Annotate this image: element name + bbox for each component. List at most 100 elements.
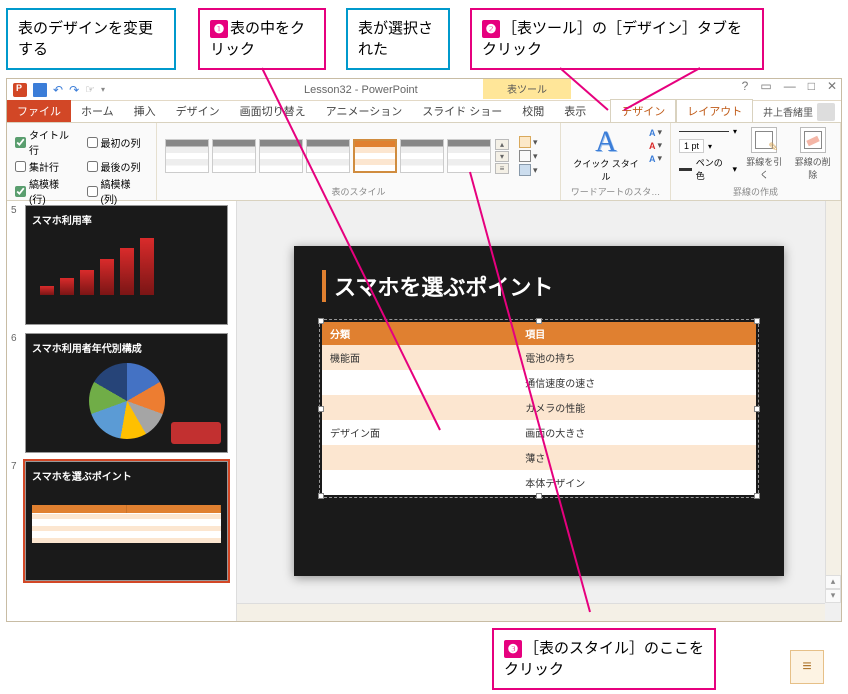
slide-thumb-6[interactable]: 6 スマホ利用者年代別構成 (11, 333, 228, 453)
table-row[interactable]: 機能面電池の持ち (322, 345, 756, 370)
tab-view[interactable]: 表示 (554, 100, 596, 122)
qat-dropdown-icon[interactable]: ▾ (101, 85, 105, 94)
table-header[interactable]: 項目 (517, 322, 756, 345)
gallery-down-icon[interactable]: ▾ (495, 151, 509, 162)
check-first-col[interactable]: 最初の列 (87, 127, 149, 157)
style-thumb-selected[interactable] (353, 139, 397, 173)
slide-table[interactable]: 分類 項目 機能面電池の持ち 通信速度の速さ カメラの性能 デザイン面画面の大き… (322, 322, 756, 495)
close-icon[interactable]: ✕ (827, 79, 837, 93)
undo-icon[interactable]: ↶ (53, 83, 63, 97)
style-thumb[interactable] (306, 139, 350, 173)
horizontal-scrollbar[interactable] (237, 603, 825, 621)
tab-animations[interactable]: アニメーション (316, 100, 413, 122)
help-icon[interactable]: ? (742, 79, 749, 93)
user-avatar[interactable] (817, 103, 835, 121)
slide-thumbnail-panel[interactable]: 5 スマホ利用率 6 スマホ利用者年代別構成 (7, 201, 237, 621)
style-thumb[interactable] (212, 139, 256, 173)
table-row[interactable]: 通信速度の速さ (322, 370, 756, 395)
slide-thumb-5[interactable]: 5 スマホ利用率 (11, 205, 228, 325)
eraser-button[interactable]: 罫線の削除 (794, 127, 832, 181)
instruction-title: 表のデザインを変更する (6, 8, 176, 70)
wordart-a-icon: A (569, 127, 643, 157)
effects-button[interactable]: ▾ (519, 164, 538, 176)
thumb-title: スマホ利用者年代別構成 (32, 340, 221, 355)
style-thumb[interactable] (400, 139, 444, 173)
tab-file[interactable]: ファイル (7, 100, 71, 122)
borders-button[interactable]: ▾ (519, 150, 538, 162)
check-header-row[interactable]: タイトル行 (15, 127, 77, 157)
slide-number: 7 (11, 461, 21, 581)
check-banded-cols[interactable]: 縞模様 (列) (87, 176, 149, 206)
save-icon[interactable] (33, 83, 47, 97)
contextual-tab-header: 表ツール (483, 79, 571, 99)
pie-chart-thumb (89, 363, 165, 439)
bar-chart-thumb (32, 235, 221, 295)
tab-table-design[interactable]: デザイン (610, 99, 676, 122)
table-row[interactable]: デザイン面画面の大きさ (322, 420, 756, 445)
gallery-up-icon[interactable]: ▴ (495, 139, 509, 150)
table-object[interactable]: 分類 項目 機能面電池の持ち 通信速度の速さ カメラの性能 デザイン面画面の大き… (322, 322, 756, 495)
gallery-more-icon[interactable]: ≡ (495, 163, 509, 174)
prev-slide-icon[interactable]: ▴ (825, 575, 841, 589)
pen-style[interactable]: ▾ (679, 127, 737, 136)
table-style-gallery[interactable] (165, 139, 491, 173)
touch-mode-icon[interactable]: ☞ (85, 83, 95, 96)
border-icon (519, 150, 531, 162)
tab-design[interactable]: デザイン (166, 100, 230, 122)
thumb-title: スマホを選ぶポイント (32, 468, 221, 483)
check-banded-rows[interactable]: 縞模様 (行) (15, 176, 77, 206)
table-row[interactable]: カメラの性能 (322, 395, 756, 420)
user-name: 井上香緒里 (763, 104, 813, 119)
redo-icon[interactable]: ↷ (69, 83, 79, 97)
tab-table-layout[interactable]: レイアウト (676, 99, 753, 122)
minimize-icon[interactable]: — (784, 79, 796, 93)
next-slide-icon[interactable]: ▾ (825, 589, 841, 603)
table-row[interactable]: 薄さ (322, 445, 756, 470)
text-effects-button[interactable]: A▾ (649, 153, 662, 164)
tab-home[interactable]: ホーム (71, 100, 124, 122)
table-row[interactable]: 本体デザイン (322, 470, 756, 495)
slide-editor[interactable]: スマホを選ぶポイント 分類 項目 機能面電池の持ち (237, 201, 841, 621)
shading-button[interactable]: ▾ (519, 136, 538, 148)
text-outline-button[interactable]: A▾ (649, 140, 662, 151)
style-thumb[interactable] (165, 139, 209, 173)
effects-icon (519, 164, 531, 176)
step-3-text: ［表のスタイル］のここをクリック (504, 640, 704, 678)
step-2-callout: ❷［表ツール］の［デザイン］タブをクリック (470, 8, 764, 70)
style-thumb[interactable] (259, 139, 303, 173)
slide-number: 6 (11, 333, 21, 453)
style-thumb[interactable] (447, 139, 491, 173)
slide-title[interactable]: スマホを選ぶポイント (322, 270, 756, 302)
group-wordart: A クイック スタイル A▾ A▾ A▾ ワードアートのスタ… (561, 123, 671, 200)
gallery-expand[interactable]: ▴ ▾ ≡ (495, 139, 509, 174)
eraser-icon (800, 127, 826, 153)
tab-insert[interactable]: 挿入 (124, 100, 166, 122)
next-page-button[interactable]: ≡ (790, 650, 824, 684)
pen-weight[interactable]: 1 pt▾ (679, 139, 737, 153)
check-last-col[interactable]: 最後の列 (87, 159, 149, 174)
ribbon-options-icon[interactable]: ▭ (760, 79, 771, 93)
group-label-wordart: ワードアートのスタ… (569, 185, 662, 198)
step-3-callout: ❸［表のスタイル］のここをクリック (492, 628, 716, 690)
table-header[interactable]: 分類 (322, 322, 517, 345)
group-draw-borders: ▾ 1 pt▾ ペンの色 ▾ 罫線を引く 罫線の削除 罫線の作成 (671, 123, 841, 200)
check-total-row[interactable]: 集計行 (15, 159, 77, 174)
pen-color-button[interactable]: ペンの色 ▾ (679, 156, 737, 182)
table-thumb (32, 505, 221, 543)
text-fill-button[interactable]: A▾ (649, 127, 662, 138)
step-1-callout: ❶表の中をクリック (198, 8, 326, 70)
slide-thumb-7[interactable]: 7 スマホを選ぶポイント (11, 461, 228, 581)
draw-table-button[interactable]: 罫線を引く (745, 127, 783, 181)
vertical-scrollbar[interactable] (825, 201, 841, 603)
quick-styles-button[interactable]: クイック スタイル (569, 157, 643, 183)
window-title: Lesson32 - PowerPoint (304, 84, 418, 96)
tab-transitions[interactable]: 画面切り替え (230, 100, 316, 122)
slide-number: 5 (11, 205, 21, 325)
slide-canvas[interactable]: スマホを選ぶポイント 分類 項目 機能面電池の持ち (294, 246, 784, 576)
tab-slideshow[interactable]: スライド ショー (412, 100, 512, 122)
group-label-styles: 表のスタイル (165, 185, 552, 198)
fill-icon (519, 136, 531, 148)
pie-callout (171, 422, 221, 444)
tab-review[interactable]: 校閲 (512, 100, 554, 122)
maximize-icon[interactable]: □ (808, 79, 815, 93)
